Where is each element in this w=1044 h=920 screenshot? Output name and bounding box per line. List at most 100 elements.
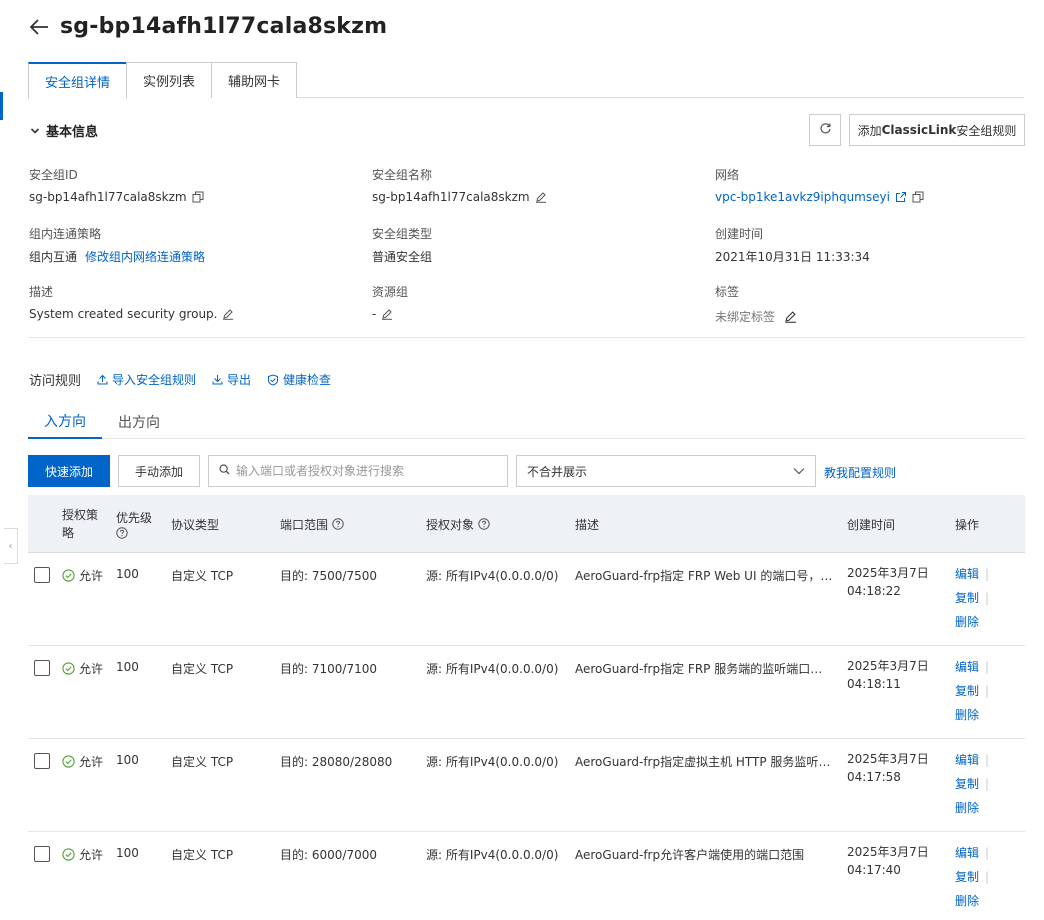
vpc-link[interactable]: vpc-bp1ke1avkz9iphqumseyi [715, 190, 890, 204]
tab-inbound[interactable]: 入方向 [28, 404, 102, 439]
question-circle-icon[interactable] [332, 518, 344, 530]
copy-link[interactable]: 复制 | [955, 591, 989, 615]
edit-icon[interactable] [222, 308, 234, 320]
created-date: 2025年3月7日 [847, 845, 929, 859]
table-row: 允许 100 自定义 TCP 目的: 28080/28080 源: 所有IPv4… [28, 739, 1025, 832]
policy-cell: 允许 [62, 567, 103, 584]
question-circle-icon[interactable] [478, 518, 490, 530]
row-checkbox[interactable] [34, 846, 50, 862]
rule-search-box [208, 455, 508, 487]
rules-table: 授权策 略 优先级 协议类型 端口范围 授权对象 描述 创建时间 操作 允许 1… [28, 495, 1025, 920]
field-created-time: 创建时间 2021年10月31日 11:33:34 [715, 225, 1035, 265]
import-rules-link[interactable]: 导入安全组规则 [97, 371, 196, 388]
created-clock: 04:17:58 [847, 770, 901, 784]
delete-link[interactable]: 删除 [955, 894, 989, 918]
rule-search-input[interactable] [236, 464, 496, 478]
copy-link[interactable]: 复制 | [955, 870, 989, 894]
basic-info-section-toggle[interactable]: 基本信息 [30, 121, 98, 140]
priority-cell: 100 [116, 567, 139, 581]
col-policy-line2: 略 [62, 526, 75, 540]
field-tags: 标签 未绑定标签 [715, 283, 1035, 325]
edit-link[interactable]: 编辑 | [955, 753, 989, 777]
sidebar-collapse-toggle[interactable]: ‹ [4, 528, 18, 564]
copy-link[interactable]: 复制 | [955, 777, 989, 801]
source-cell: 源: 所有IPv4(0.0.0.0/0) [426, 848, 559, 862]
detail-tabs: 安全组详情 实例列表 辅助网卡 [28, 62, 1024, 99]
created-cell: 2025年3月7日 04:18:22 [847, 564, 929, 600]
created-clock: 04:18:22 [847, 584, 901, 598]
copy-link[interactable]: 复制 | [955, 684, 989, 708]
upload-icon [97, 374, 108, 385]
protocol-cell: 自定义 TCP [171, 569, 234, 583]
tab-outbound[interactable]: 出方向 [102, 404, 176, 439]
tab-secondary-eni[interactable]: 辅助网卡 [211, 62, 298, 98]
classiclink-bold: ClassicLink [881, 123, 957, 137]
field-network: 网络 vpc-bp1ke1avkz9iphqumseyi [715, 166, 1035, 206]
back-arrow-icon[interactable] [28, 16, 50, 38]
created-date: 2025年3月7日 [847, 659, 929, 673]
row-checkbox[interactable] [34, 567, 50, 583]
add-classiclink-rule-button[interactable]: 添加 ClassicLink 安全组规则 [849, 114, 1025, 146]
copy-icon[interactable] [192, 191, 204, 203]
search-icon [219, 464, 230, 478]
sg-id-label: 安全组ID [29, 168, 78, 182]
table-header: 授权策 略 优先级 协议类型 端口范围 授权对象 描述 创建时间 操作 [28, 495, 1025, 553]
chevron-down-icon [30, 126, 40, 136]
network-label: 网络 [715, 168, 740, 182]
edit-icon[interactable] [535, 191, 547, 203]
refresh-button[interactable] [809, 114, 841, 146]
edit-link[interactable]: 编辑 | [955, 567, 989, 591]
source-cell: 源: 所有IPv4(0.0.0.0/0) [426, 569, 559, 583]
policy-value: 允许 [79, 662, 104, 676]
question-circle-icon[interactable] [116, 527, 128, 539]
merge-display-value: 不合并展示 [527, 464, 588, 479]
col-policy: 授权策 略 [62, 495, 98, 553]
row-checkbox[interactable] [34, 753, 50, 769]
protocol-cell: 自定义 TCP [171, 755, 234, 769]
protocol-cell: 自定义 TCP [171, 848, 234, 862]
field-sg-id: 安全组ID sg-bp14afh1l77cala8skzm [29, 166, 349, 206]
rg-value: - [372, 307, 377, 321]
created-label: 创建时间 [715, 227, 764, 241]
created-clock: 04:18:11 [847, 677, 901, 691]
source-cell: 源: 所有IPv4(0.0.0.0/0) [426, 755, 559, 769]
edit-icon[interactable] [784, 310, 797, 323]
health-check-label: 健康检查 [283, 373, 332, 387]
tags-label: 标签 [715, 285, 740, 299]
export-link[interactable]: 导出 [212, 371, 251, 388]
edit-label: 编辑 [955, 567, 980, 581]
tab-security-group-details[interactable]: 安全组详情 [28, 62, 128, 99]
delete-link[interactable]: 删除 [955, 801, 989, 825]
delete-link[interactable]: 删除 [955, 708, 989, 732]
modify-policy-link[interactable]: 修改组内网络连通策略 [85, 248, 205, 265]
health-check-link[interactable]: 健康检查 [267, 371, 331, 388]
policy-value: 允许 [79, 569, 104, 583]
table-row: 允许 100 自定义 TCP 目的: 6000/7000 源: 所有IPv4(0… [28, 832, 1025, 920]
config-help-link[interactable]: 教我配置规则 [824, 464, 896, 481]
created-cell: 2025年3月7日 04:17:58 [847, 750, 929, 786]
edit-link[interactable]: 编辑 | [955, 660, 989, 684]
merge-display-select[interactable]: 不合并展示 [516, 455, 816, 487]
section-divider [28, 337, 1025, 338]
external-link-icon[interactable] [895, 191, 907, 203]
classiclink-suffix: 安全组规则 [956, 123, 1017, 138]
tab-instance-list[interactable]: 实例列表 [126, 62, 213, 98]
col-actions: 操作 [955, 517, 980, 532]
row-checkbox[interactable] [34, 660, 50, 676]
edit-label: 编辑 [955, 660, 980, 674]
edit-icon[interactable] [381, 308, 393, 320]
chevron-down-icon [793, 464, 805, 478]
col-port-range: 端口范围 [280, 495, 344, 553]
port-cell: 目的: 28080/28080 [280, 755, 393, 769]
manual-add-button[interactable]: 手动添加 [118, 455, 200, 487]
protocol-cell: 自定义 TCP [171, 662, 234, 676]
copy-label: 复制 [955, 591, 980, 605]
sg-id-value: sg-bp14afh1l77cala8skzm [29, 190, 187, 204]
desc-value: System created security group. [29, 307, 218, 321]
created-date: 2025年3月7日 [847, 752, 929, 766]
quick-add-button[interactable]: 快速添加 [28, 455, 110, 487]
copy-icon[interactable] [912, 191, 924, 203]
edit-link[interactable]: 编辑 | [955, 846, 989, 870]
field-sg-type: 安全组类型 普通安全组 [372, 225, 692, 265]
delete-link[interactable]: 删除 [955, 615, 989, 639]
